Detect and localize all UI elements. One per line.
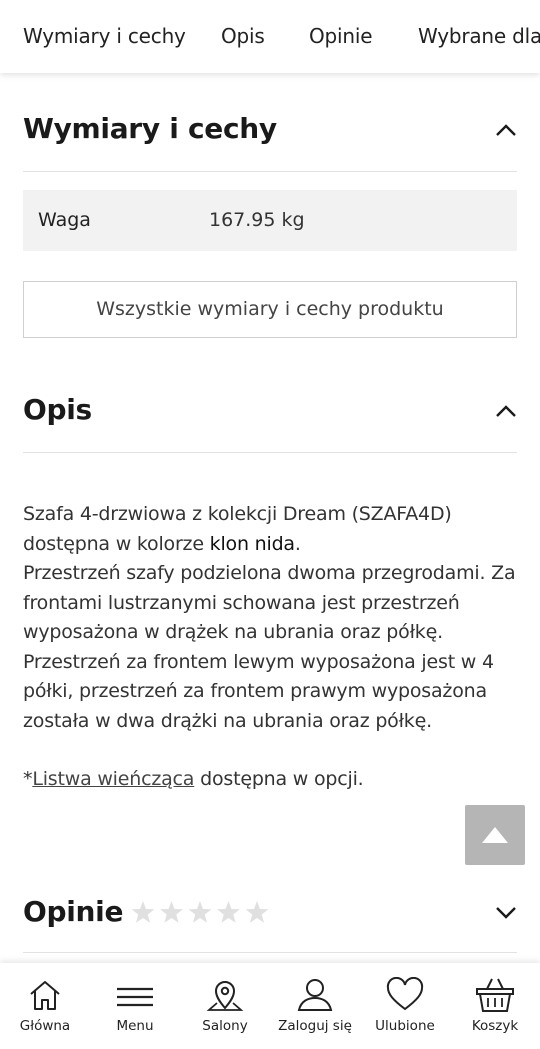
rating-stars: [131, 901, 269, 923]
tab-dimensions[interactable]: Wymiary i cechy: [23, 24, 186, 48]
chevron-down-icon[interactable]: [495, 906, 517, 920]
nav-label: Menu: [116, 1018, 154, 1034]
color-name: klon nida: [209, 532, 295, 555]
star-icon: [188, 901, 212, 923]
map-pin-icon: [206, 981, 244, 1011]
nav-label: Główna: [19, 1018, 71, 1034]
dimensions-section-header[interactable]: Wymiary i cechy: [23, 92, 517, 172]
menu-icon: [117, 987, 153, 1007]
scroll-to-top-button[interactable]: [465, 805, 525, 865]
chevron-up-icon[interactable]: [495, 404, 517, 418]
description-intro: Szafa 4-drzwiowa z kolekcji Dream (SZAFA…: [23, 503, 452, 555]
nav-menu[interactable]: Menu: [90, 963, 180, 1049]
spec-row-weight: Waga 167.95 kg: [23, 190, 517, 251]
star-icon: [217, 901, 240, 923]
chevron-up-icon[interactable]: [495, 123, 517, 137]
basket-icon: [476, 978, 514, 1012]
dimensions-title: Wymiary i cechy: [23, 112, 277, 145]
nav-label: Koszyk: [471, 1018, 519, 1034]
nav-login[interactable]: Zaloguj się: [270, 963, 360, 1049]
user-icon: [297, 979, 333, 1011]
description-section-header[interactable]: Opis: [23, 373, 517, 453]
spec-value: 167.95 kg: [209, 209, 305, 231]
all-dimensions-button[interactable]: Wszystkie wymiary i cechy produktu: [23, 281, 517, 338]
description-body: Przestrzeń szafy podzielona dwoma przegr…: [23, 562, 516, 732]
spec-label: Waga: [38, 209, 91, 231]
reviews-title: Opinie: [23, 895, 124, 928]
arrow-up-icon: [482, 827, 508, 843]
product-description: Szafa 4-drzwiowa z kolekcji Dream (SZAFA…: [23, 500, 523, 795]
heart-icon: [386, 977, 424, 1011]
nav-label: Salony: [202, 1018, 248, 1034]
nav-favorites[interactable]: Ulubione: [360, 963, 450, 1049]
star-icon: [245, 901, 269, 923]
nav-home[interactable]: Główna: [0, 963, 90, 1049]
description-title: Opis: [23, 393, 92, 426]
star-icon: [160, 901, 183, 923]
nav-cart[interactable]: Koszyk: [450, 963, 540, 1049]
tab-selected-for-you[interactable]: Wybrane dla: [418, 24, 540, 48]
tab-reviews[interactable]: Opinie: [309, 24, 373, 48]
nav-label: Zaloguj się: [278, 1018, 352, 1034]
bottom-navigation: Główna Menu Salony Zaloguj się Ulubione: [0, 963, 540, 1049]
description-note: *Listwa wieńcząca dostępna w opcji.: [23, 768, 364, 790]
tab-description[interactable]: Opis: [221, 24, 265, 48]
star-icon: [131, 901, 155, 923]
section-tab-bar: Wymiary i cechy Opis Opinie Wybrane dla: [0, 0, 540, 73]
crown-molding-link[interactable]: Listwa wieńcząca: [32, 768, 194, 790]
home-icon: [30, 981, 60, 1010]
nav-stores[interactable]: Salony: [180, 963, 270, 1049]
nav-label: Ulubione: [375, 1018, 435, 1034]
